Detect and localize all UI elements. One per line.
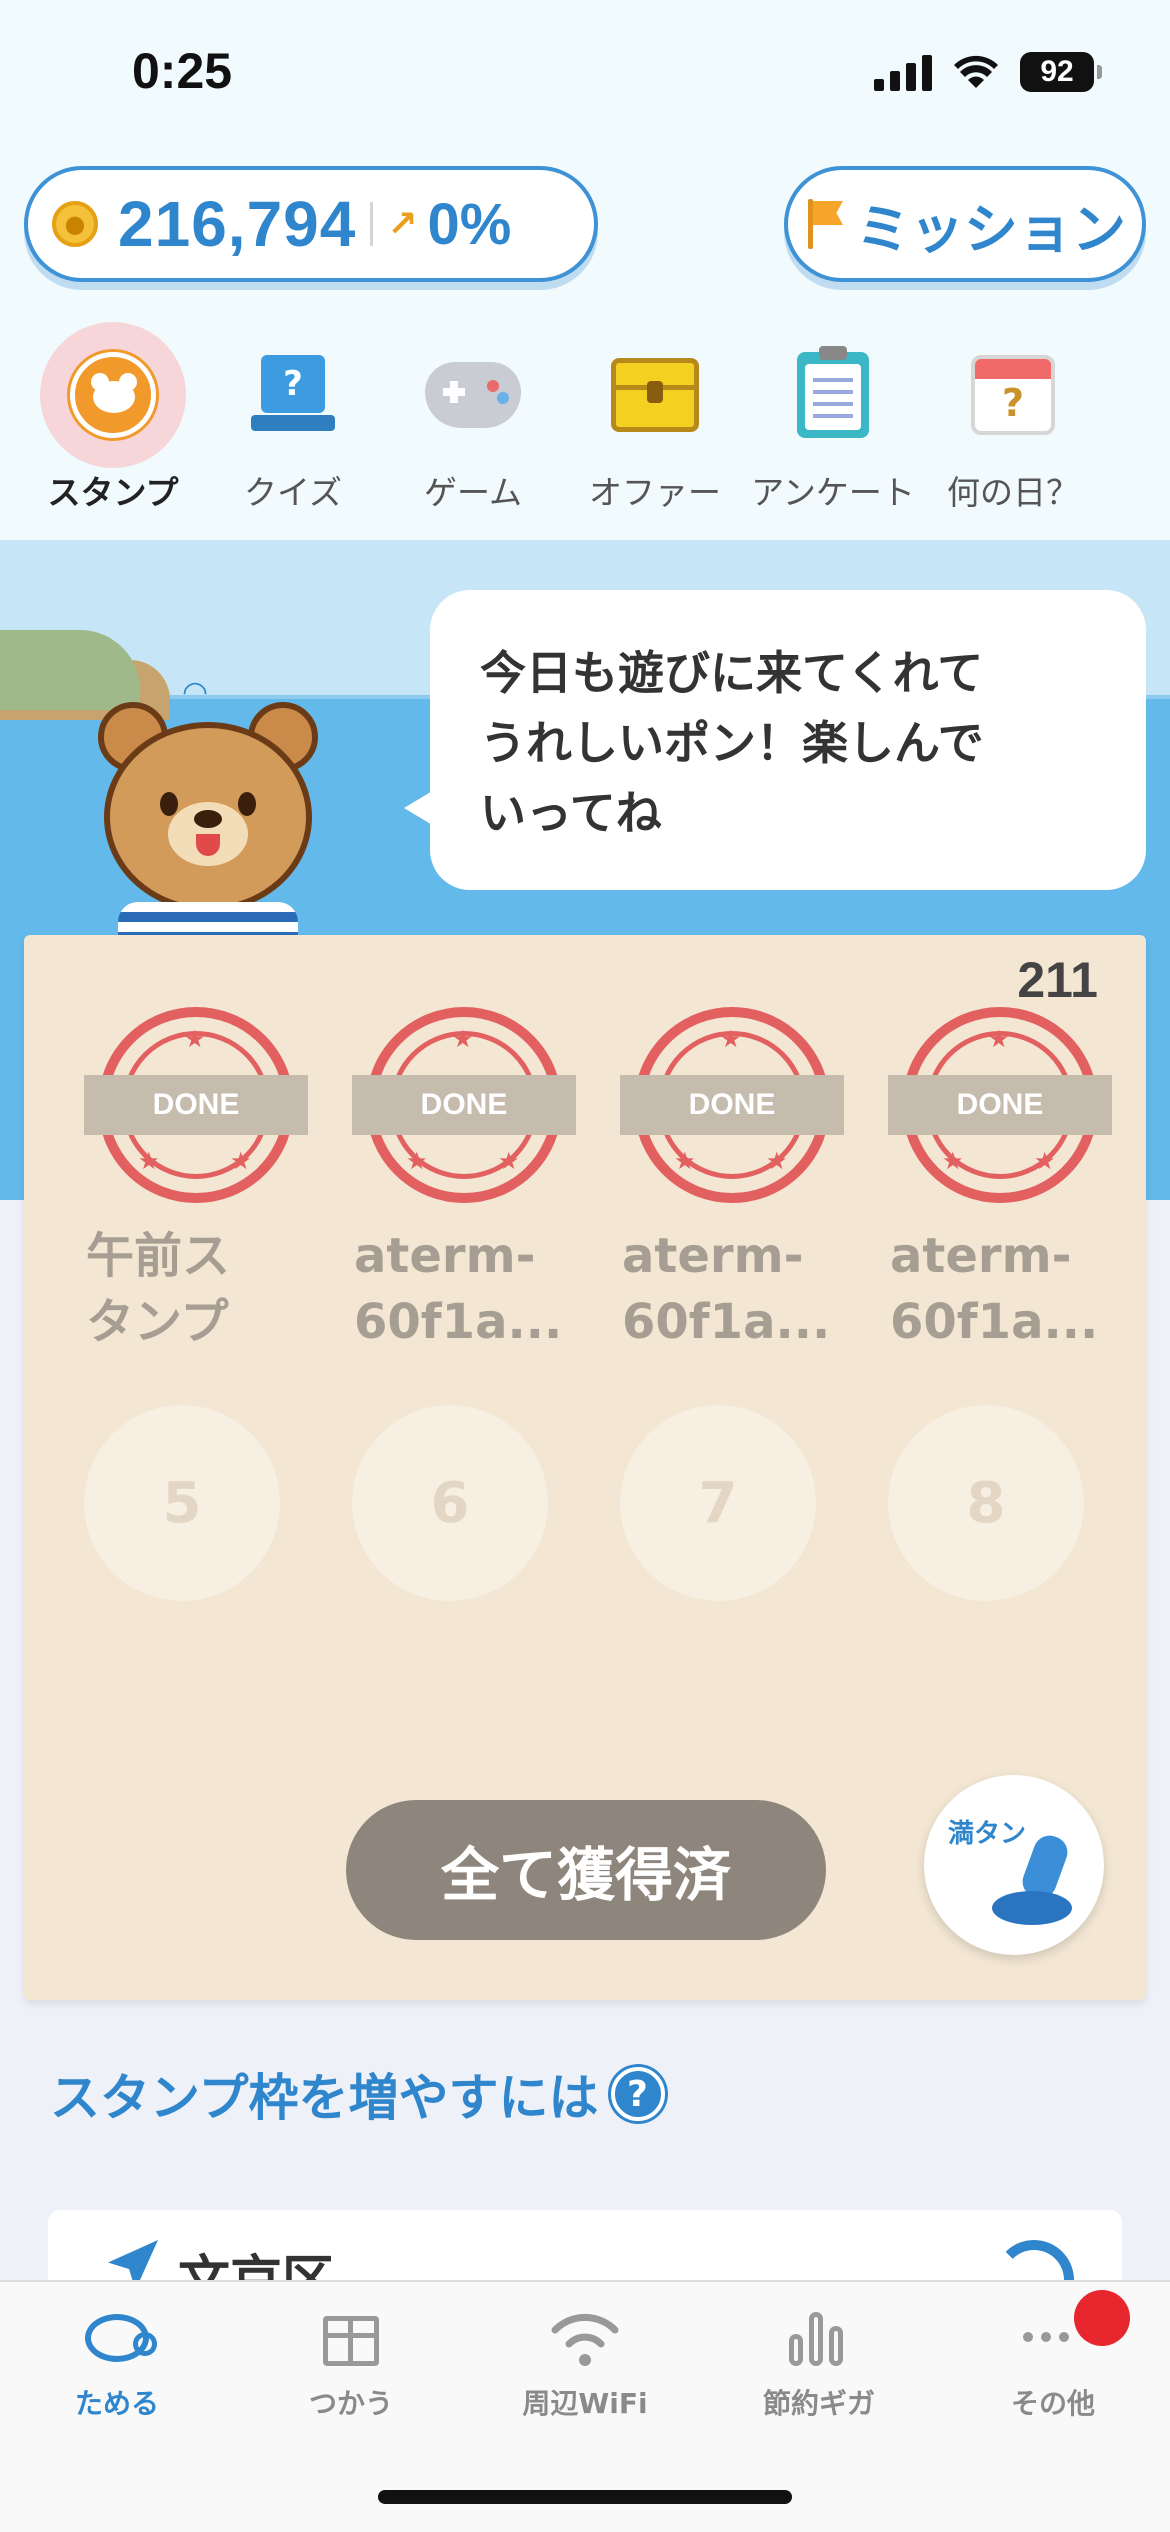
stamp-label: aterm- 60f1a... [890, 1228, 1099, 1350]
tab-nearby-wifi[interactable]: 周辺WiFi [468, 2302, 702, 2442]
category-label: クイズ [243, 473, 342, 512]
points-pill[interactable]: ● 216,794 ↗ 0% [24, 166, 598, 282]
wifi-icon [545, 2302, 625, 2372]
stamp-card: 211 ★ ★ ★ DONE 午前ス タンプ ★ ★ ★ DONE aterm-… [24, 935, 1146, 2000]
stamp-label: aterm- 60f1a... [354, 1228, 563, 1350]
tab-save[interactable]: ためる [0, 2302, 234, 2442]
done-stamp-icon: ★ ★ ★ DONE [620, 1007, 844, 1203]
done-label: DONE [84, 1075, 308, 1135]
tab-label: ためる [74, 2387, 159, 2420]
done-stamp-icon: ★ ★ ★ DONE [352, 1007, 576, 1203]
island-decoration [0, 630, 140, 710]
category-game[interactable]: ゲーム [378, 322, 568, 512]
stamp-slot-done[interactable]: ★ ★ ★ DONE aterm- 60f1a... [888, 1007, 1112, 1355]
quiz-icon: ? [220, 322, 366, 468]
wifi-status-icon [954, 55, 998, 88]
category-offer[interactable]: オファー [560, 322, 750, 512]
trend-value: 0% [427, 191, 512, 257]
category-label: アンケート [751, 473, 915, 512]
speech-line: いってね [480, 786, 662, 840]
stamp-slot-done[interactable]: ★ ★ ★ DONE 午前ス タンプ [84, 1007, 308, 1355]
status-icons: 92 [874, 52, 1102, 92]
category-survey[interactable]: アンケート [738, 322, 928, 512]
stamp-slot-empty: 5 [84, 1405, 280, 1601]
category-label: ゲーム [423, 473, 522, 512]
tab-save-data[interactable]: 節約ギガ [702, 2302, 936, 2442]
section-title-text: スタンプ枠を増やすには [50, 2069, 599, 2127]
tab-label: つかう [308, 2387, 393, 2420]
status-time: 0:25 [132, 43, 233, 99]
stamp-slot-empty: 7 [620, 1405, 816, 1601]
category-what-day[interactable]: ? 何の日？ [918, 322, 1108, 512]
speech-bubble: 今日も遊びに来てくれて うれしいポン！楽しんで いってね [404, 590, 1146, 890]
tab-use[interactable]: つかう [234, 2302, 468, 2442]
points-value: 216,794 [118, 188, 357, 260]
category-nav: スタンプ ? クイズ ゲーム オファー アンケート ? 何の日？ [0, 322, 1170, 512]
done-stamp-icon: ★ ★ ★ DONE [888, 1007, 1112, 1203]
bar-chart-icon [779, 2302, 859, 2372]
battery-icon: 92 [1020, 52, 1102, 92]
home-indicator[interactable] [378, 2490, 792, 2504]
bear-stamp-icon [40, 322, 186, 468]
done-label: DONE [352, 1075, 576, 1135]
treasure-chest-icon [582, 322, 728, 468]
game-controller-icon [400, 322, 546, 468]
clipboard-icon [760, 322, 906, 468]
coin-icon: ● [52, 201, 98, 247]
mission-label: ミッション [856, 197, 1126, 261]
done-label: DONE [888, 1075, 1112, 1135]
stamp-label: 午前ス タンプ [86, 1228, 231, 1350]
done-stamp-icon: ★ ★ ★ DONE [84, 1007, 308, 1203]
stamp-slot-empty: 6 [352, 1405, 548, 1601]
claim-all-button[interactable]: 全て獲得済 [346, 1800, 826, 1940]
category-label: 何の日？ [947, 473, 1079, 512]
bear-mascot [98, 702, 318, 962]
mission-button[interactable]: ミッション [784, 166, 1146, 282]
category-stamp[interactable]: スタンプ [18, 322, 208, 512]
category-label: オファー [589, 473, 721, 512]
section-title[interactable]: スタンプ枠を増やすには ? [50, 2058, 665, 2130]
category-quiz[interactable]: ? クイズ [198, 322, 388, 512]
tab-more[interactable]: その他 [936, 2302, 1170, 2442]
category-label: スタンプ [47, 473, 179, 512]
tab-label: 節約ギガ [762, 2387, 875, 2420]
stamp-slot-empty: 8 [888, 1405, 1084, 1601]
status-bar: 0:25 92 [0, 0, 1170, 160]
header: ● 216,794 ↗ 0% ミッション スタンプ ? クイズ ゲーム オファー… [0, 160, 1170, 540]
wifi-mascot-icon: ◠ [182, 675, 209, 710]
stamp-slot-done[interactable]: ★ ★ ★ DONE aterm- 60f1a... [352, 1007, 576, 1355]
speech-line: うれしいポン！楽しんで [480, 716, 984, 770]
trend-up-icon: ↗ [387, 203, 418, 245]
done-label: DONE [620, 1075, 844, 1135]
stamp-count: 211 [1017, 952, 1098, 1008]
tab-label: 周辺WiFi [522, 2387, 648, 2420]
calendar-question-icon: ? [940, 322, 1086, 468]
gift-icon [311, 2302, 391, 2372]
stamp-slot-done[interactable]: ★ ★ ★ DONE aterm- 60f1a... [620, 1007, 844, 1355]
speech-line: 今日も遊びに来てくれて [480, 646, 984, 700]
tab-label: その他 [1010, 2387, 1095, 2420]
stamp-label: aterm- 60f1a... [622, 1228, 831, 1350]
help-icon[interactable]: ? [610, 2067, 665, 2121]
notification-badge [1074, 2290, 1130, 2346]
flag-icon [804, 199, 844, 249]
pill-divider [370, 202, 374, 246]
cellular-signal-icon [874, 53, 932, 91]
stamp-tool-icon [984, 1831, 1084, 1935]
piggy-bank-icon [77, 2302, 157, 2372]
fulltank-button[interactable]: 満タン [924, 1775, 1104, 1955]
